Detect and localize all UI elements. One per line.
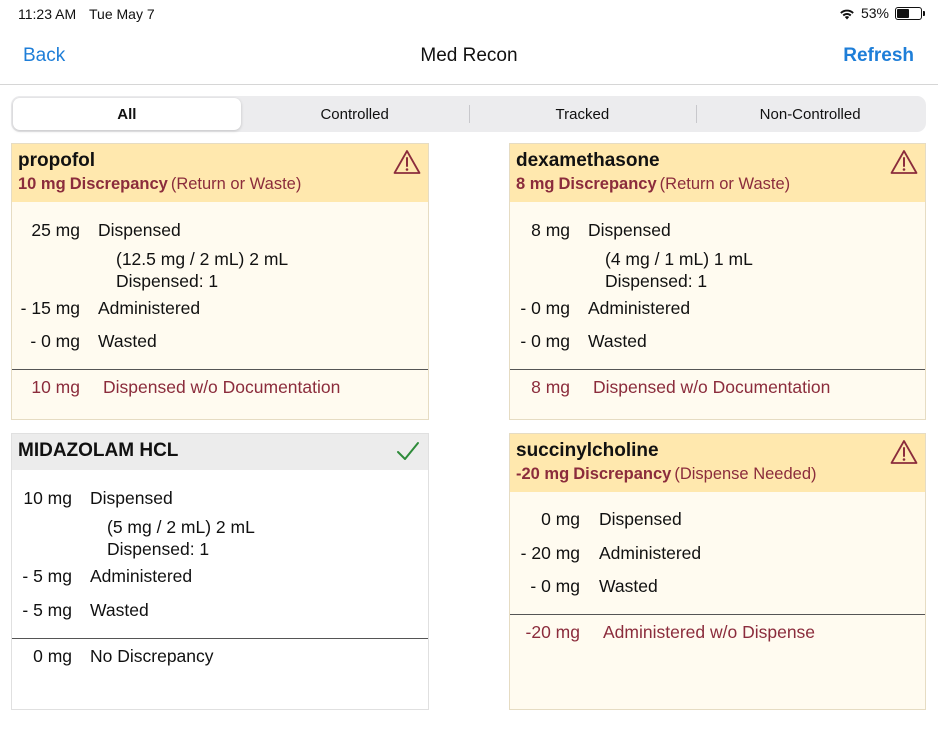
administered-label: Administered [90,566,193,586]
administered-amount: - 0 mg [520,298,570,318]
dispensed-label: Dispensed [599,509,682,529]
discrepancy-amount: -20 mg [516,465,570,483]
divider [510,369,925,370]
wasted-amount: - 0 mg [30,331,80,351]
card-header: succinylcholine -20 mg Discrepancy (Dispen… [510,434,925,492]
card-header: MIDAZOLAM HCL [12,434,428,470]
discrepancy-line: -20 mg Discrepancy (Dispense Needed) [516,465,925,484]
result-amount: 8 mg [531,377,570,397]
concentration-text: (5 mg / 2 mL) 2 mL [107,517,255,537]
administered-label: Administered [599,543,702,563]
status-bar: 11:23 AM Tue May 7 53% [0,0,938,28]
wasted-amount: - 0 mg [520,331,570,351]
administered-amount: - 20 mg [520,543,580,563]
administered-label: Administered [588,298,691,318]
refresh-button[interactable]: Refresh [843,45,914,67]
med-card-propofol[interactable]: propofol 10 mg Discrepancy (Return or Wast… [11,143,429,420]
med-card-midazolam[interactable]: MIDAZOLAM HCL 10 mg Dispensed (5 mg / 2 … [11,433,429,710]
battery-icon [895,6,925,20]
card-header: dexamethasone 8 mg Discrepancy (Return or … [510,144,925,202]
drug-name: succinylcholine [516,440,659,461]
divider [12,638,428,639]
tab-controlled[interactable]: Controlled [241,98,469,130]
status-date: Tue May 7 [89,6,155,22]
result-label: Administered w/o Dispense [603,622,816,642]
drug-name: MIDAZOLAM HCL [18,440,179,461]
wifi-icon [840,9,854,19]
warning-triangle-icon [393,150,421,174]
concentration-text: (12.5 mg / 2 mL) 2 mL [116,249,289,269]
discrepancy-label: Discrepancy [69,175,168,193]
wasted-label: Wasted [588,331,647,351]
dispensed-amount: 10 mg [23,488,72,508]
warning-triangle-icon [890,150,918,174]
divider [12,369,428,370]
dispensed-label: Dispensed [90,488,173,508]
wasted-label: Wasted [98,331,157,351]
status-time: 11:23 AM [18,6,77,22]
result-label: Dispensed w/o Documentation [103,377,341,397]
filter-tabs: All Controlled Tracked Non-Controlled [11,96,926,132]
wasted-label: Wasted [90,600,149,620]
administered-amount: - 15 mg [20,298,80,318]
wasted-amount: - 5 mg [22,600,72,620]
med-card-dexamethasone[interactable]: dexamethasone 8 mg Discrepancy (Return or … [509,143,926,420]
discrepancy-amount: 8 mg [516,175,555,193]
discrepancy-line: 8 mg Discrepancy (Return or Waste) [516,175,925,194]
dispensed-count: Dispensed: 1 [116,271,219,291]
discrepancy-label: Discrepancy [573,465,672,483]
warning-triangle-icon [890,440,918,464]
divider [510,614,925,615]
discrepancy-reason: (Return or Waste) [170,175,302,193]
tab-all[interactable]: All [13,98,241,130]
discrepancy-amount: 10 mg [18,175,66,193]
wasted-label: Wasted [599,576,658,596]
status-right: 53% [839,5,925,21]
drug-name: dexamethasone [516,150,660,171]
result-amount: -20 mg [525,622,580,642]
discrepancy-line: 10 mg Discrepancy (Return or Waste) [18,175,428,194]
dispensed-amount: 8 mg [531,220,570,240]
discrepancy-reason: (Dispense Needed) [674,465,817,483]
discrepancy-reason: (Return or Waste) [659,175,791,193]
dispensed-count: Dispensed: 1 [605,271,708,291]
page-title: Med Recon [420,45,518,66]
dispensed-count: Dispensed: 1 [107,539,210,559]
dispensed-amount: 0 mg [541,509,580,529]
drug-name: propofol [18,150,96,171]
med-card-succinylcholine[interactable]: succinylcholine -20 mg Discrepancy (Dispen… [509,433,926,710]
result-amount: 10 mg [31,377,80,397]
dispensed-label: Dispensed [98,220,181,240]
navigation-bar: Back Med Recon Refresh [0,28,938,85]
battery-percent: 53% [860,5,889,21]
result-label: No Discrepancy [90,646,214,666]
result-label: Dispensed w/o Documentation [593,377,831,397]
tab-tracked[interactable]: Tracked [468,98,697,130]
concentration-text: (4 mg / 1 mL) 1 mL [605,249,753,269]
card-header: propofol 10 mg Discrepancy (Return or Wast… [12,144,428,202]
dispensed-label: Dispensed [588,220,671,240]
tab-non-controlled[interactable]: Non-Controlled [696,98,924,130]
checkmark-icon [397,442,419,460]
discrepancy-label: Discrepancy [558,175,657,193]
administered-amount: - 5 mg [22,566,72,586]
administered-label: Administered [98,298,201,318]
battery-fill [897,8,910,18]
result-amount: 0 mg [33,646,72,666]
wasted-amount: - 0 mg [530,576,580,596]
dispensed-amount: 25 mg [31,220,80,240]
